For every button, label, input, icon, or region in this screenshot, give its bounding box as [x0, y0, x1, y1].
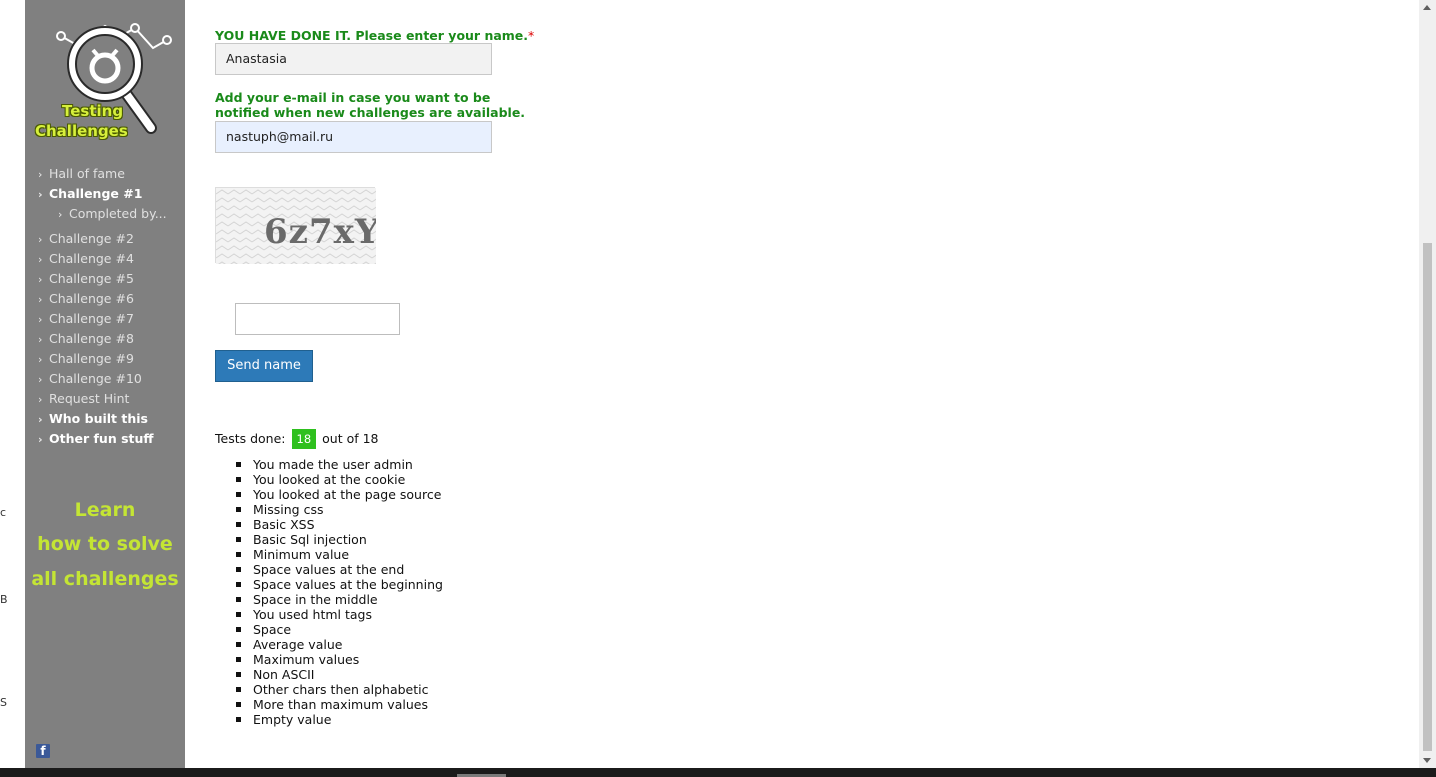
chevron-right-icon: ›: [38, 373, 43, 386]
email-field-label-line1: Add your e-mail in case you want to be: [215, 90, 491, 105]
captcha-picture: 6z7xY: [216, 188, 379, 264]
nav-item-other-fun-stuff[interactable]: › Other fun stuff: [38, 429, 183, 449]
chevron-right-icon: ›: [38, 273, 43, 286]
chevron-right-icon: ›: [38, 433, 43, 446]
list-item: Empty value: [236, 712, 443, 727]
nav-item-challenge-1[interactable]: › Challenge #1: [38, 184, 183, 204]
list-item: Space in the middle: [236, 592, 443, 607]
learn-link-line1[interactable]: Learn: [25, 499, 185, 521]
background-text-fragment: c: [0, 506, 7, 519]
email-field-label-line2: notified when new challenges are availab…: [215, 105, 526, 120]
name-field-label: YOU HAVE DONE IT. Please enter your name…: [215, 28, 535, 43]
tests-done-label: Tests done:: [215, 431, 286, 446]
scrollbar-thumb[interactable]: [1423, 243, 1432, 751]
chevron-right-icon: ›: [38, 353, 43, 366]
list-item: Basic XSS: [236, 517, 443, 532]
nav-item-who-built-this[interactable]: › Who built this: [38, 409, 183, 429]
list-item: You looked at the page source: [236, 487, 442, 502]
sidebar-nav: › Hall of fame › Challenge #1 › Completed b…: [38, 164, 183, 449]
facebook-icon[interactable]: f: [36, 744, 50, 758]
chevron-right-icon: ›: [38, 333, 43, 346]
background-window-strip: c B S: [0, 0, 25, 768]
chevron-right-icon: ›: [38, 393, 43, 406]
logo-text-line1: Testing: [62, 102, 124, 120]
completed-tests-list: You made the user admin You looked at th…: [236, 457, 443, 727]
page-frame: c B S Testing Challenges › Hall of fame …: [0, 0, 1436, 768]
captcha-image: 6z7xY: [215, 187, 379, 264]
captcha-text: 6z7xY: [264, 212, 376, 252]
nav-item-hall-of-fame[interactable]: › Hall of fame: [38, 164, 183, 184]
nav-item-challenge-7[interactable]: › Challenge #7: [38, 309, 183, 329]
list-item: Basic Sql injection: [236, 532, 443, 547]
tests-done-count-badge: 18: [291, 429, 317, 449]
list-item: Minimum value: [236, 547, 443, 562]
list-item: Space: [236, 622, 443, 637]
list-item: Space values at the beginning: [236, 577, 443, 592]
list-item: Maximum values: [236, 652, 443, 667]
sidebar: Testing Challenges › Hall of fame › Challe…: [25, 0, 185, 768]
nav-item-completed-by[interactable]: › Completed by...: [38, 204, 183, 229]
learn-link-line2[interactable]: how to solve: [25, 533, 185, 555]
list-item: Average value: [236, 637, 443, 652]
list-item: Other chars then alphabetic: [236, 682, 443, 697]
nav-item-challenge-8[interactable]: › Challenge #8: [38, 329, 183, 349]
logo-text-line2: Challenges: [35, 122, 128, 140]
list-item: You made the user admin: [236, 457, 443, 472]
chevron-right-icon: ›: [38, 253, 43, 266]
scroll-up-arrow-icon[interactable]: [1423, 5, 1431, 10]
vertical-scrollbar[interactable]: [1419, 0, 1436, 768]
list-item: Non ASCII: [236, 667, 443, 682]
testing-challenges-logo[interactable]: Testing Challenges: [33, 14, 183, 146]
list-item: You used html tags: [236, 607, 443, 622]
email-input[interactable]: nastuph@mail.ru: [215, 121, 492, 153]
nav-item-challenge-9[interactable]: › Challenge #9: [38, 349, 183, 369]
required-asterisk: *: [528, 28, 535, 43]
send-name-button[interactable]: Send name: [215, 350, 313, 382]
chevron-right-icon: ›: [38, 168, 43, 181]
chevron-right-icon: ›: [38, 293, 43, 306]
chevron-right-icon: ›: [38, 313, 43, 326]
tests-summary: Tests done: 18 out of 18: [215, 429, 379, 449]
nav-item-challenge-10[interactable]: › Challenge #10: [38, 369, 183, 389]
chevron-right-icon: ›: [58, 208, 63, 221]
list-item: You looked at the cookie: [236, 472, 443, 487]
chevron-right-icon: ›: [38, 413, 43, 426]
chevron-right-icon: ›: [38, 233, 43, 246]
list-item: More than maximum values: [236, 697, 443, 712]
list-item: Space values at the end: [236, 562, 443, 577]
nav-item-request-hint[interactable]: › Request Hint: [38, 389, 183, 409]
list-item: Missing css: [236, 502, 443, 517]
nav-item-challenge-5[interactable]: › Challenge #5: [38, 269, 183, 289]
nav-item-challenge-2[interactable]: › Challenge #2: [38, 229, 183, 249]
scroll-down-arrow-icon[interactable]: [1423, 758, 1431, 763]
nav-item-challenge-6[interactable]: › Challenge #6: [38, 289, 183, 309]
background-text-fragment: B: [0, 593, 8, 606]
chevron-right-icon: ›: [38, 188, 43, 201]
nav-item-challenge-4[interactable]: › Challenge #4: [38, 249, 183, 269]
learn-link-line3[interactable]: all challenges: [25, 568, 185, 590]
captcha-input[interactable]: [235, 303, 400, 335]
name-input[interactable]: Anastasia: [215, 43, 492, 75]
background-text-fragment: S: [0, 696, 7, 709]
tests-total-label: out of 18: [322, 431, 379, 446]
